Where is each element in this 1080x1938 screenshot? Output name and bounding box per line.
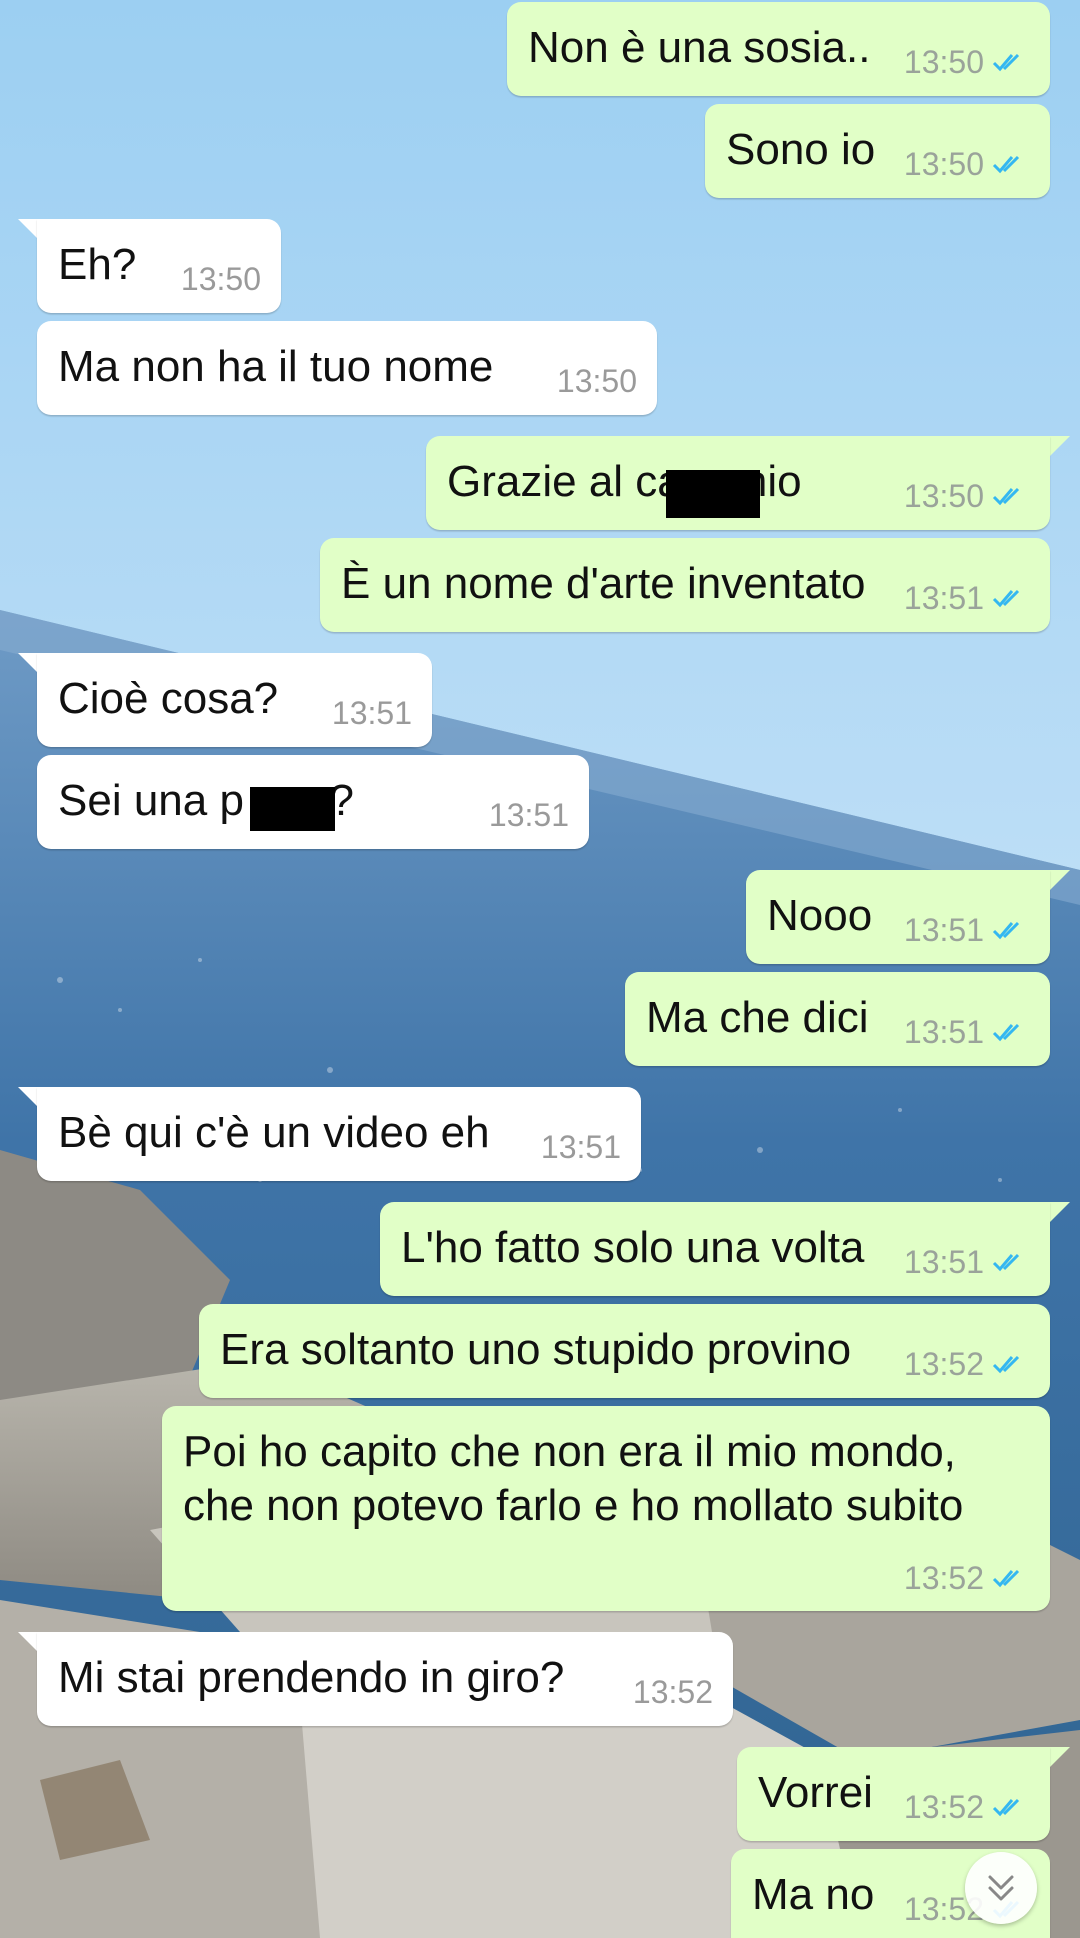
double-check-read-icon	[992, 589, 1020, 608]
redaction-block	[250, 787, 335, 831]
message-text: Sono io	[726, 125, 876, 174]
message-text: Cioè cosa?	[58, 674, 279, 723]
message-text: L'ho fatto solo una volta	[401, 1223, 865, 1272]
message-meta: 13:50	[904, 146, 1030, 182]
message-bubble[interactable]: È un nome d'arte inventato 13:51	[320, 538, 1050, 632]
message-meta: 13:51	[904, 1244, 1030, 1280]
message-bubble[interactable]: Sono io 13:50	[705, 104, 1050, 198]
redaction-block	[666, 470, 760, 518]
double-check-read-icon	[992, 1798, 1020, 1817]
message-meta: 13:52	[904, 1789, 1030, 1825]
double-check-read-icon	[992, 1355, 1020, 1374]
message-text: Mi stai prendendo in giro?	[58, 1653, 565, 1702]
double-check-read-icon	[992, 1569, 1020, 1588]
message-meta: 13:50	[557, 363, 637, 399]
message-text: Ma che dici	[646, 993, 869, 1042]
message-text-line-2: che non potevo farlo e ho mollato subito	[183, 1481, 964, 1530]
message-meta: 13:51	[904, 1014, 1030, 1050]
message-meta: 13:51	[489, 797, 569, 833]
message-text: Era soltanto uno stupido provino	[220, 1325, 852, 1374]
double-check-read-icon	[992, 155, 1020, 174]
message-text: Vorrei	[758, 1768, 873, 1817]
double-check-read-icon	[992, 921, 1020, 940]
message-text: Nooo	[767, 891, 873, 940]
message-time: 13:52	[903, 1346, 984, 1382]
message-text: Bè qui c'è un video eh	[58, 1108, 490, 1157]
message-text: Ma no	[752, 1870, 875, 1919]
message-time: 13:51	[903, 580, 984, 616]
message-time: 13:51	[331, 695, 412, 731]
message-meta: 13:52	[904, 1560, 1030, 1596]
message-bubble[interactable]: Mi stai prendendo in giro? 13:52	[37, 1632, 733, 1726]
double-check-read-icon	[992, 1023, 1020, 1042]
bubble-tail	[1048, 436, 1070, 458]
message-meta: 13:52	[904, 1346, 1030, 1382]
message-text: È un nome d'arte inventato	[341, 559, 866, 608]
message-bubble[interactable]: Nooo 13:51	[746, 870, 1050, 964]
message-time: 13:50	[903, 478, 984, 514]
message-time: 13:51	[488, 797, 569, 833]
message-bubble[interactable]: Eh? 13:50	[37, 219, 281, 313]
message-text-line-1: Poi ho capito che non era il mio mondo,	[183, 1427, 956, 1476]
message-time: 13:51	[903, 912, 984, 948]
bubble-tail	[1048, 1202, 1070, 1224]
message-time: 13:50	[180, 261, 261, 297]
message-meta: 13:51	[332, 695, 412, 731]
message-bubble[interactable]: Ma che dici 13:51	[625, 972, 1050, 1066]
message-bubble[interactable]: Non è una sosia.. 13:50	[507, 2, 1050, 96]
conversation: Non è una sosia.. 13:50 Sono io 13:50 Eh…	[0, 0, 1080, 1938]
message-meta: 13:51	[904, 912, 1030, 948]
message-bubble[interactable]: Bè qui c'è un video eh 13:51	[37, 1087, 641, 1181]
message-bubble[interactable]: Ma non ha il tuo nome 13:50	[37, 321, 657, 415]
message-meta: 13:51	[541, 1129, 621, 1165]
message-meta: 13:52	[633, 1674, 713, 1710]
message-meta: 13:50	[904, 478, 1030, 514]
message-time: 13:50	[903, 146, 984, 182]
message-text: Eh?	[58, 240, 137, 289]
double-check-read-icon	[992, 53, 1020, 72]
message-time: 13:50	[556, 363, 637, 399]
bubble-tail	[1048, 870, 1070, 892]
scroll-to-bottom-button[interactable]	[965, 1852, 1037, 1924]
message-meta: 13:51	[904, 580, 1030, 616]
double-chevron-down-icon	[988, 1875, 1014, 1901]
message-bubble[interactable]: Grazie al ca genio 13:50	[426, 436, 1050, 530]
message-time: 13:51	[903, 1244, 984, 1280]
double-check-read-icon	[992, 487, 1020, 506]
message-bubble[interactable]: Era soltanto uno stupido provino 13:52	[199, 1304, 1050, 1398]
message-bubble[interactable]: Sei una p star? 13:51	[37, 755, 589, 849]
bubble-tail	[1048, 1747, 1070, 1769]
message-time: 13:51	[903, 1014, 984, 1050]
double-check-read-icon	[992, 1253, 1020, 1272]
message-bubble[interactable]: Vorrei 13:52	[737, 1747, 1050, 1841]
message-time: 13:52	[903, 1789, 984, 1825]
message-time: 13:50	[903, 44, 984, 80]
message-time: 13:52	[903, 1560, 984, 1596]
message-time: 13:51	[540, 1129, 621, 1165]
message-text: Non è una sosia..	[528, 23, 871, 72]
message-meta: 13:50	[904, 44, 1030, 80]
message-bubble[interactable]: Poi ho capito che non era il mio mondo, …	[162, 1406, 1050, 1611]
message-meta: 13:50	[181, 261, 261, 297]
message-bubble[interactable]: Cioè cosa? 13:51	[37, 653, 432, 747]
message-text: Ma non ha il tuo nome	[58, 342, 494, 391]
message-time: 13:52	[632, 1674, 713, 1710]
message-bubble[interactable]: L'ho fatto solo una volta 13:51	[380, 1202, 1050, 1296]
